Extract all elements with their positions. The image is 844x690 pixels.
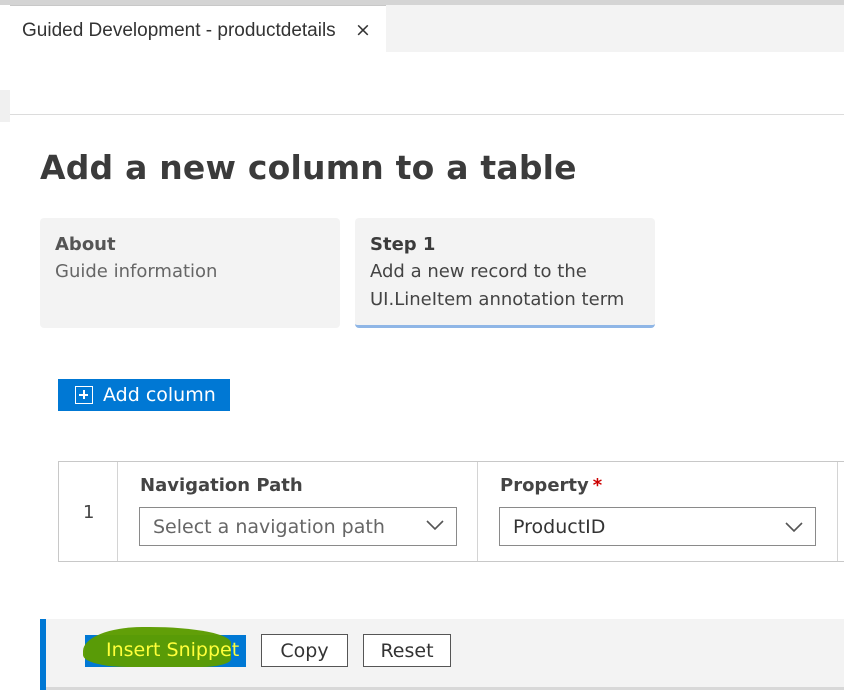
add-column-label: Add column (103, 384, 216, 406)
step-title: Step 1 (370, 234, 436, 255)
copy-button[interactable]: Copy (261, 634, 348, 667)
tab-title: Guided Development - productdetails (22, 20, 336, 41)
property-label: Property * (500, 475, 602, 496)
navigation-path-label: Navigation Path (140, 475, 303, 496)
close-icon[interactable]: × (355, 19, 371, 41)
step-card-step-1[interactable]: Step 1 Add a new record to the UI.LineIt… (355, 218, 655, 328)
insert-snippet-button[interactable]: Insert Snippet (83, 627, 246, 667)
step-description: Guide information (55, 258, 325, 286)
step-description-line: Guide information (55, 261, 218, 282)
add-column-button[interactable]: Add column (58, 379, 230, 411)
plus-square-icon (75, 386, 93, 404)
step-description-line: UI.LineItem annotation term (370, 289, 625, 310)
row-number: 1 (83, 502, 95, 523)
left-gutter-marker (0, 90, 10, 122)
step-description-line: Add a new record to the (370, 261, 587, 282)
insert-snippet-label: Insert Snippet (106, 639, 240, 661)
column-divider (117, 462, 118, 561)
property-value: ProductID (513, 515, 606, 538)
chevron-down-icon (426, 520, 444, 531)
header-divider (10, 114, 844, 115)
tab-guided-development[interactable]: Guided Development - productdetails × (10, 5, 386, 52)
step-description: Add a new record to the UI.LineItem anno… (370, 258, 640, 314)
required-marker: * (592, 475, 603, 496)
property-label-text: Property (500, 475, 589, 496)
chevron-down-icon (785, 522, 803, 533)
navigation-path-dropdown[interactable]: Select a navigation path (139, 507, 457, 546)
reset-button[interactable]: Reset (363, 634, 451, 667)
column-divider (837, 462, 838, 561)
column-table: 1 Navigation Path Select a navigation pa… (58, 461, 844, 562)
column-divider (477, 462, 478, 561)
navigation-path-placeholder: Select a navigation path (153, 515, 385, 538)
step-title: About (55, 234, 116, 255)
page-title: Add a new column to a table (40, 148, 577, 187)
step-card-about[interactable]: About Guide information (40, 218, 340, 328)
property-dropdown[interactable]: ProductID (499, 507, 816, 546)
